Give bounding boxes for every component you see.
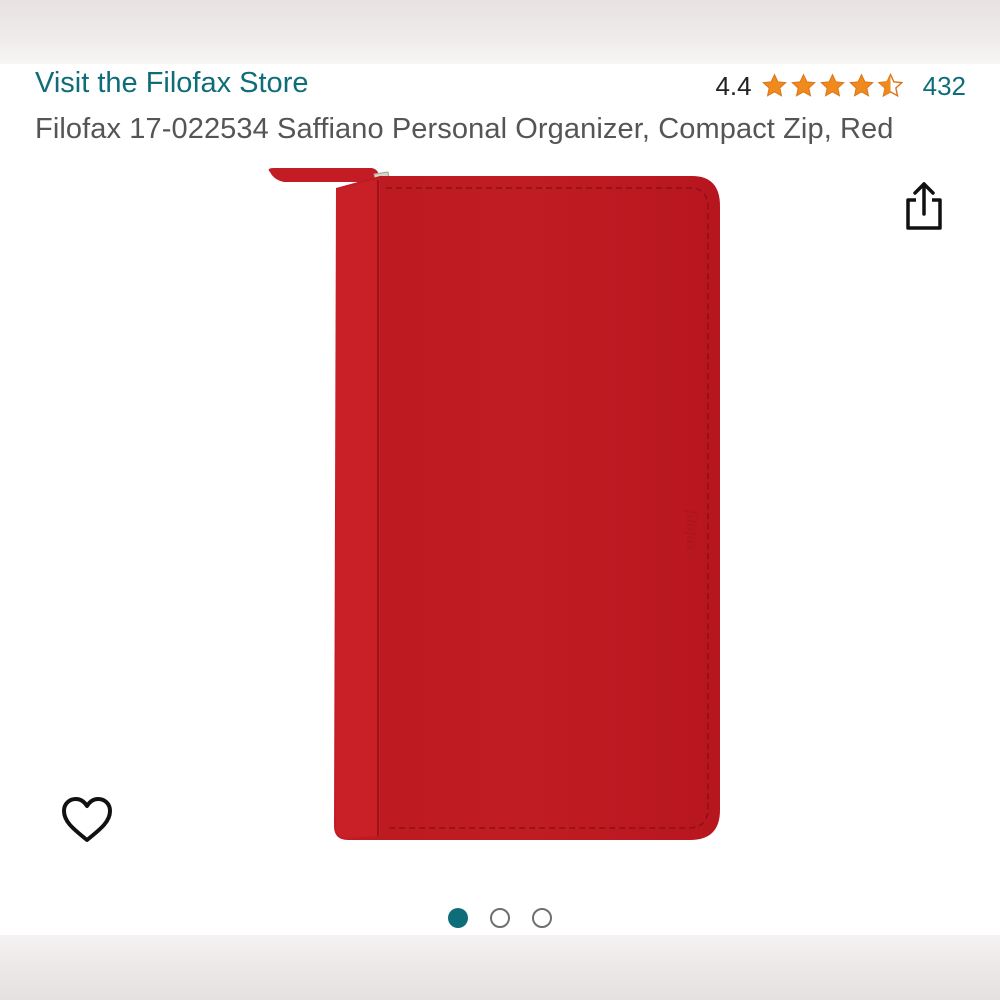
heart-outline-icon[interactable] [60, 795, 114, 845]
product-title: Filofax 17-022534 Saffiano Personal Orga… [35, 113, 894, 145]
top-fade-band [0, 0, 1000, 64]
star-half-icon [877, 72, 904, 98]
bottom-fade-band [0, 935, 1000, 1000]
share-icon[interactable] [902, 180, 946, 232]
carousel-dot-2[interactable] [490, 908, 510, 928]
star-full-icon [819, 73, 845, 97]
rating-value: 4.4 [715, 70, 752, 101]
star-rating [760, 72, 905, 100]
star-full-icon [790, 73, 816, 97]
star-full-icon [848, 73, 874, 97]
product-image[interactable]: filofax [262, 160, 732, 850]
brand-emboss: filofax [683, 510, 700, 551]
review-count-link[interactable]: 432 [923, 71, 966, 102]
visit-store-link[interactable]: Visit the Filofax Store [35, 64, 308, 102]
star-full-icon [761, 73, 787, 97]
carousel-indicator [0, 908, 1000, 932]
carousel-dot-1[interactable] [448, 908, 468, 928]
carousel-dot-3[interactable] [532, 908, 552, 928]
rating-summary[interactable]: 4.4 432 [715, 68, 966, 104]
